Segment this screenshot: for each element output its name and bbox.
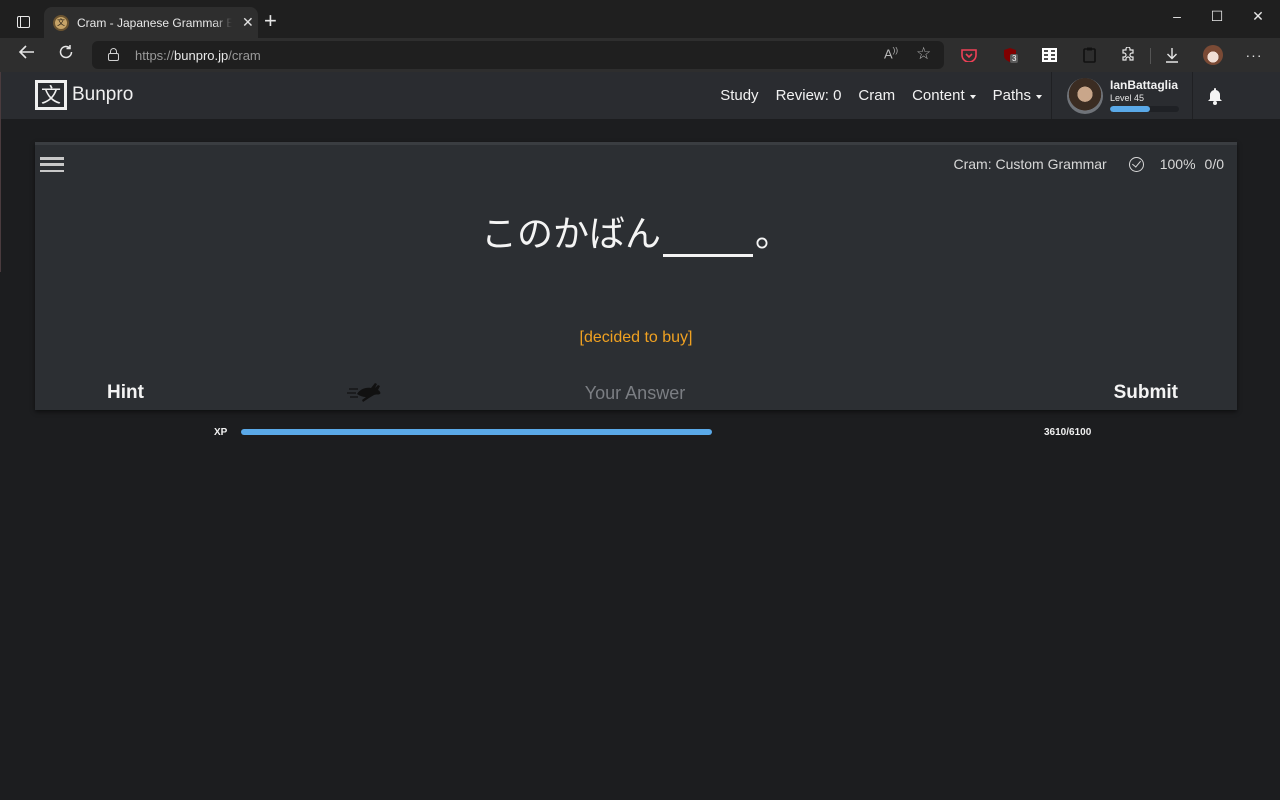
user-avatar [1067,78,1103,114]
chevron-down-icon [1036,94,1042,99]
english-hint: [decided to buy] [579,329,693,346]
nav-links: Study Review: 0 Cram Content Paths [720,72,1042,119]
level-progress-bar [1110,106,1179,112]
xp-progress-fill [241,429,713,435]
tab-close-icon[interactable]: ✕ [242,14,254,31]
downloads-icon[interactable] [1162,45,1182,65]
nav-paths-dropdown[interactable]: Paths [993,87,1042,104]
browser-toolbar: https://bunpro.jp/cram A)) ☆ 3 ··· [0,38,1280,72]
minimize-button[interactable]: – [1164,8,1190,24]
level-progress-fill [1110,106,1151,112]
window-edge [0,72,1,272]
sentence-after: 。 [755,214,792,255]
address-bar[interactable]: https://bunpro.jp/cram A)) ☆ [92,41,944,69]
question-count: 0/0 [1204,156,1224,172]
answer-input[interactable] [435,376,835,410]
user-level: Level 45 [1110,93,1145,103]
xp-value: 3610/6100 [1044,427,1092,438]
ublock-badge: 3 [1010,54,1019,63]
xp-progress-bar [241,429,1037,435]
reader-icon[interactable] [1039,45,1059,65]
chevron-down-icon [969,94,976,99]
profile-avatar[interactable] [1203,45,1223,65]
extensions-icon[interactable] [1118,45,1138,65]
back-arrow-icon [18,45,34,59]
user-menu[interactable]: IanBattaglia Level 45 [1051,72,1193,119]
read-aloud-icon[interactable]: A)) [884,46,898,61]
toolbar-divider [1150,48,1151,64]
nav-cram[interactable]: Cram [858,87,895,104]
refresh-icon [59,45,73,59]
browser-titlebar: 文 Cram - Japanese Grammar Explanations ✕… [0,0,1280,38]
bunpro-logo-icon: 文 [35,80,67,110]
notifications-bell-icon[interactable] [1207,87,1223,105]
close-window-button[interactable]: ✕ [1245,8,1271,25]
tab-title: Cram - Japanese Grammar Explanations [77,15,232,30]
submit-button[interactable]: Submit [1114,382,1178,404]
nav-content-dropdown[interactable]: Content [912,87,976,104]
add-favorite-icon[interactable]: ☆ [916,44,931,64]
bunpro-favicon-icon: 文 [53,14,69,31]
refresh-button[interactable] [53,43,79,67]
lock-icon [108,48,119,61]
question-sentence: このかばん 。 [35,205,1237,257]
url-text[interactable]: https://bunpro.jp/cram [135,48,261,63]
accuracy-percent: 100% [1159,156,1196,172]
check-circle-icon [1128,156,1144,172]
maximize-button[interactable]: ☐ [1204,8,1230,25]
brand-name: Bunpro [72,84,134,105]
quiz-card: Cram: Custom Grammar 100% 0/0 このかばん 。 [de… [35,142,1237,410]
more-icon[interactable]: ··· [1244,45,1264,65]
username: IanBattaglia [1110,78,1179,92]
quiz-status: Cram: Custom Grammar 100% 0/0 [953,156,1224,172]
running-rabbit-icon[interactable] [347,381,385,403]
ublock-icon[interactable]: 3 [1000,45,1020,65]
site-navbar: 文 Bunpro Study Review: 0 Cram Content Pa… [0,72,1280,119]
tab-actions-icon [16,16,30,28]
nav-review[interactable]: Review: 0 [776,87,842,104]
menu-hamburger-icon[interactable] [40,157,64,172]
pocket-icon[interactable] [959,45,979,65]
tab-actions-button[interactable] [10,9,36,35]
bunpro-logo[interactable]: 文 Bunpro [35,80,133,110]
sentence-before: このかばん [480,214,661,255]
cram-mode-label: Cram: Custom Grammar [953,156,1107,172]
new-tab-button[interactable]: + [264,10,277,32]
hint-button[interactable]: Hint [107,382,144,404]
clipboard-icon[interactable] [1079,45,1099,65]
back-button[interactable] [14,43,40,67]
xp-label: XP [214,427,228,438]
nav-study[interactable]: Study [720,87,758,104]
answer-blank [663,217,753,257]
browser-tab[interactable]: 文 Cram - Japanese Grammar Explanations ✕ [44,7,258,38]
